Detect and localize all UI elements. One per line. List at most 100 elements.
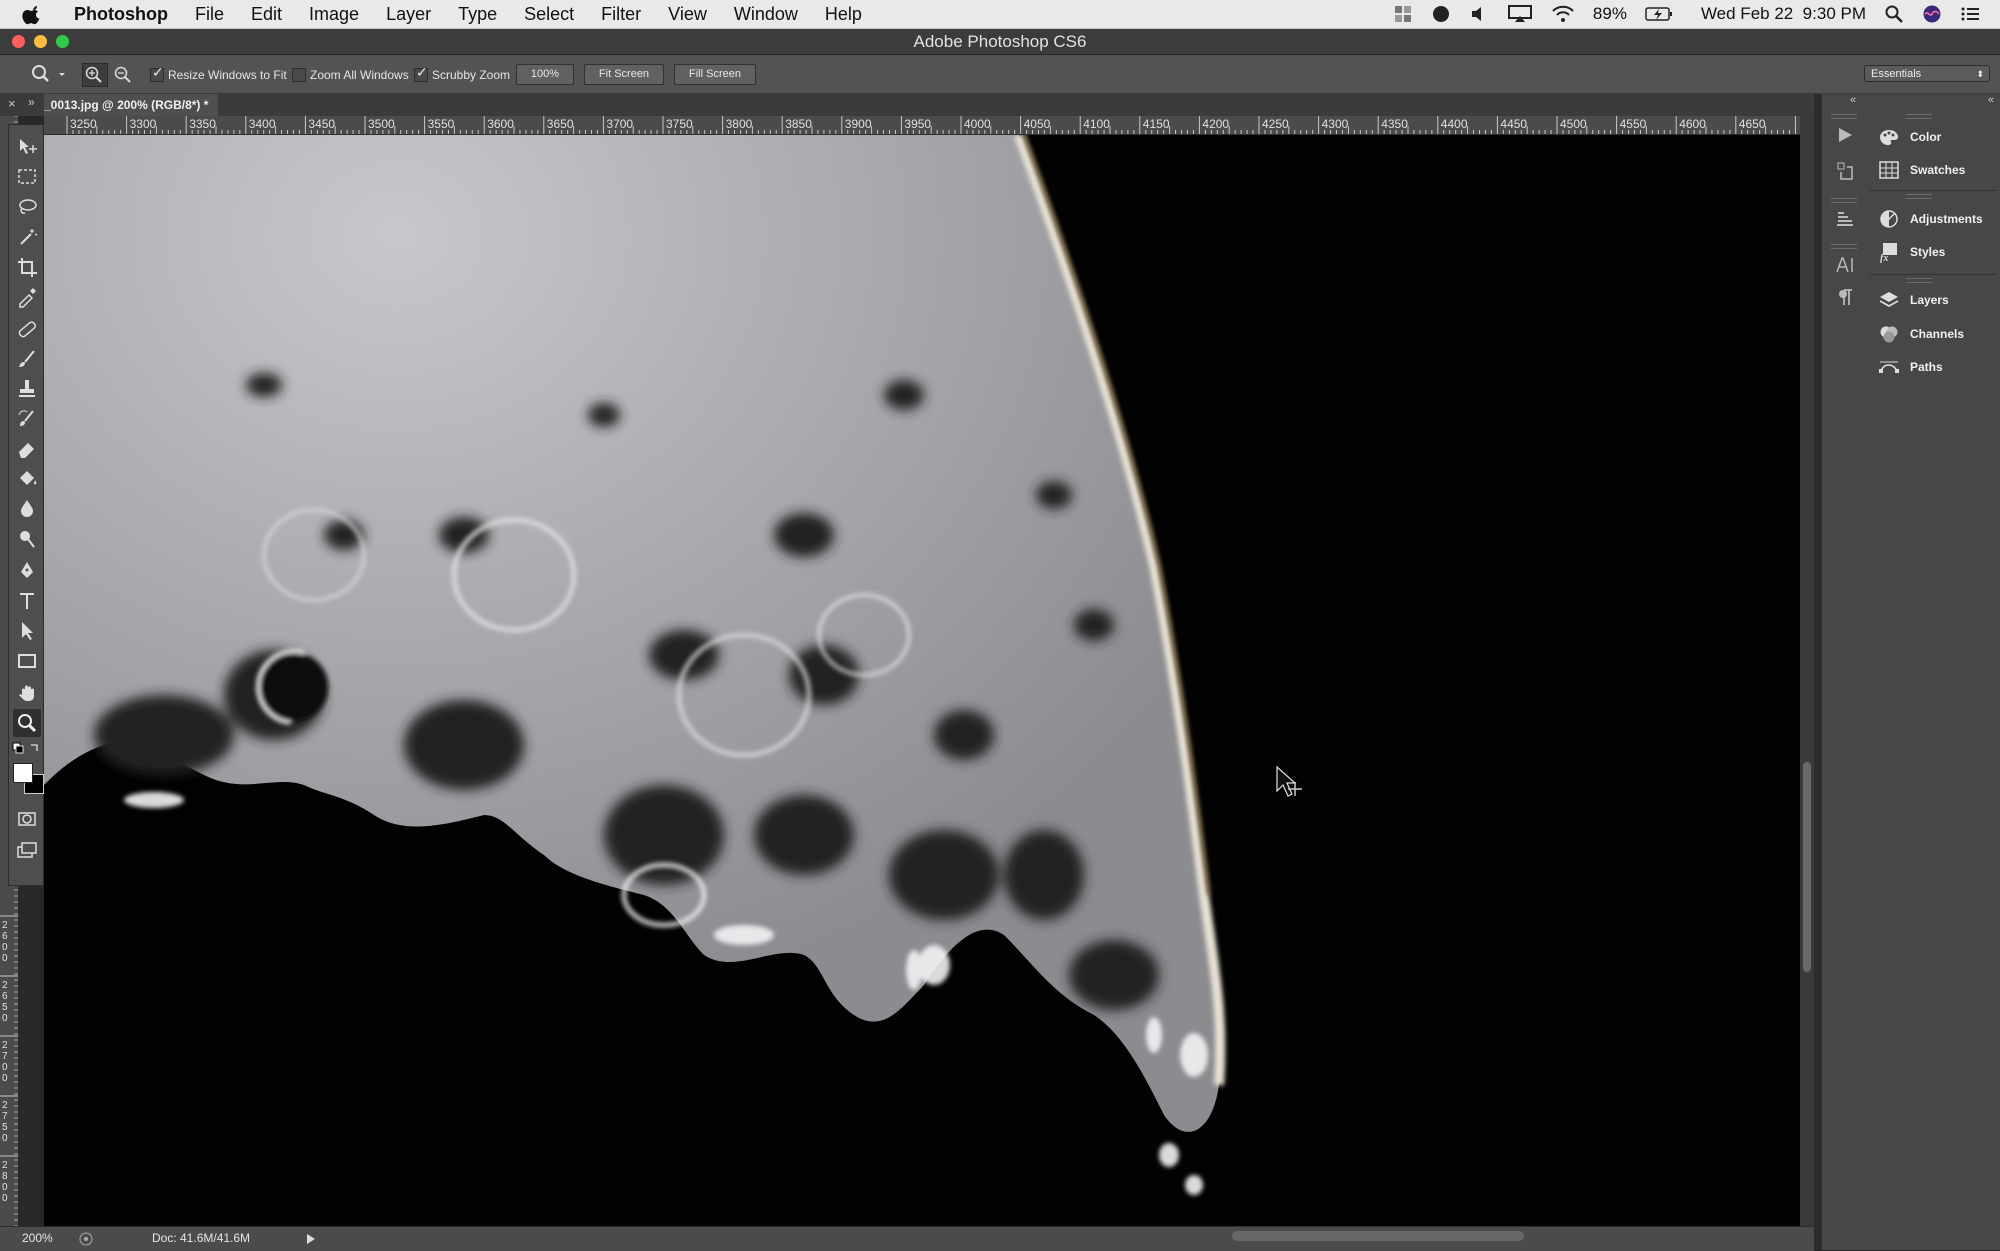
clock[interactable]: Wed Feb 22 9:30 PM (1701, 4, 1866, 24)
menu-type[interactable]: Type (458, 4, 497, 25)
vertical-scrollbar[interactable] (1800, 116, 1814, 1226)
character-icon[interactable] (1834, 254, 1856, 276)
ruler-label: 4150 (1143, 117, 1170, 131)
ruler-label: 2 (2, 1160, 8, 1171)
horizontal-scroll-thumb[interactable] (1232, 1231, 1524, 1241)
dock-grip[interactable] (1831, 114, 1857, 119)
battery-charging-icon[interactable] (1645, 5, 1673, 23)
ruler-label: 0 (2, 1062, 8, 1073)
history-icon[interactable] (1834, 160, 1856, 182)
zoom-out-icon[interactable] (112, 64, 134, 86)
menu-view[interactable]: View (668, 4, 707, 25)
fill-screen-button[interactable]: Fill Screen (674, 64, 756, 85)
siri-icon[interactable] (1922, 5, 1942, 23)
actions-play-icon[interactable] (1834, 124, 1856, 146)
volume-icon[interactable] (1469, 5, 1489, 23)
menu-image[interactable]: Image (309, 4, 359, 25)
menu-layer[interactable]: Layer (386, 4, 431, 25)
swap-default-colors[interactable] (11, 740, 43, 756)
menu-file[interactable]: File (195, 4, 224, 25)
rectangle-tool[interactable] (13, 647, 41, 675)
grid-app-icon[interactable] (1393, 5, 1413, 23)
dock-grip-3[interactable] (1831, 244, 1857, 249)
dodge-tool[interactable] (13, 525, 41, 553)
dock-grip-2[interactable] (1831, 198, 1857, 203)
history-brush-tool[interactable] (13, 405, 41, 433)
horizontal-ruler[interactable]: 3250 3300 3350 3400 3450 3500 3550 3600 3650 3700… (44, 116, 1800, 135)
ruler-label: 4250 (1262, 117, 1289, 131)
document-tab[interactable]: _0013.jpg @ 200% (RGB/8*) * (44, 94, 219, 116)
eraser-tool[interactable] (13, 435, 41, 463)
healing-brush-tool[interactable] (13, 315, 41, 343)
panel-group-grip-1[interactable] (1906, 114, 1932, 119)
crop-tool[interactable] (13, 253, 41, 281)
panel-group-grip-2[interactable] (1906, 194, 1932, 199)
zoom-100-button[interactable]: 100% (516, 64, 574, 85)
panel-group-grip-3[interactable] (1906, 278, 1932, 283)
blur-tool[interactable] (13, 495, 41, 523)
menu-select[interactable]: Select (524, 4, 574, 25)
collapse-panel-icon[interactable]: » (28, 95, 35, 109)
color-wheel-icon (1880, 130, 1898, 145)
menu-filter[interactable]: Filter (601, 4, 641, 25)
status-menu-arrow-icon[interactable] (304, 1231, 318, 1247)
marquee-tool[interactable] (13, 163, 41, 191)
ruler-label: 3450 (308, 117, 335, 131)
vertical-scroll-thumb[interactable] (1803, 762, 1811, 972)
path-selection-tool[interactable] (13, 617, 41, 645)
pen-tool[interactable] (13, 557, 41, 585)
zoom-in-mode-button[interactable] (82, 63, 108, 87)
type-tool[interactable] (13, 587, 41, 615)
notification-center-icon[interactable] (1960, 5, 1980, 23)
tool-preset-picker-icon[interactable] (28, 63, 68, 85)
resize-windows-checkbox[interactable] (150, 64, 164, 82)
close-window-button[interactable] (12, 35, 25, 48)
zoom-window-button[interactable] (56, 35, 69, 48)
document-canvas[interactable] (44, 135, 1800, 1227)
magic-wand-tool[interactable] (13, 223, 41, 251)
fit-screen-button[interactable]: Fit Screen (584, 64, 664, 85)
panel-layers[interactable]: Layers (1866, 284, 2000, 316)
menu-app-name[interactable]: Photoshop (74, 4, 168, 25)
menu-window[interactable]: Window (734, 4, 798, 25)
lasso-tool[interactable] (13, 193, 41, 221)
clone-stamp-tool[interactable] (13, 375, 41, 403)
zoom-tool[interactable] (13, 709, 41, 737)
collapse-dock-icon[interactable]: « (1850, 94, 1856, 106)
paint-bucket-tool[interactable] (13, 465, 41, 493)
minimize-window-button[interactable] (34, 35, 47, 48)
status-info-icon[interactable] (78, 1231, 94, 1247)
panel-paths[interactable]: Paths (1866, 351, 2000, 383)
zoom-level[interactable]: 200% (22, 1231, 53, 1245)
panel-swatches[interactable]: Swatches (1866, 154, 2000, 186)
close-panel-icon[interactable]: × (8, 96, 16, 111)
menu-help[interactable]: Help (825, 4, 862, 25)
eyedropper-tool[interactable] (13, 283, 41, 311)
color-swatches[interactable] (13, 763, 44, 794)
move-tool[interactable] (13, 133, 41, 161)
quick-mask-button[interactable] (13, 805, 41, 833)
collapse-panels-icon[interactable]: « (1988, 94, 1994, 106)
spotlight-search-icon[interactable] (1884, 5, 1904, 23)
foreground-color-swatch[interactable] (13, 763, 33, 783)
panel-styles[interactable]: fx Styles (1866, 236, 2000, 268)
screen-mode-button[interactable] (13, 837, 41, 865)
evernote-icon[interactable] (1431, 5, 1451, 23)
properties-icon[interactable] (1834, 208, 1856, 230)
menu-edit[interactable]: Edit (251, 4, 282, 25)
panel-channels[interactable]: Channels (1866, 318, 2000, 350)
airplay-icon[interactable] (1507, 5, 1533, 23)
wifi-icon[interactable] (1551, 5, 1575, 23)
brush-tool[interactable] (13, 345, 41, 373)
panel-adjustments[interactable]: Adjustments (1866, 203, 2000, 235)
panel-color[interactable]: Color (1866, 121, 2000, 153)
apple-menu-icon[interactable] (22, 3, 44, 25)
scrubby-zoom-checkbox[interactable] (414, 64, 428, 82)
workspace-switcher[interactable]: Essentials ⬍ (1864, 65, 1990, 82)
ruler-label: 3550 (428, 117, 455, 131)
zoom-all-windows-checkbox[interactable] (292, 68, 306, 82)
hand-tool[interactable] (13, 679, 41, 707)
type-t-icon (20, 593, 34, 609)
scrubby-zoom-label: Scrubby Zoom (432, 68, 511, 82)
paragraph-icon[interactable] (1834, 286, 1856, 308)
